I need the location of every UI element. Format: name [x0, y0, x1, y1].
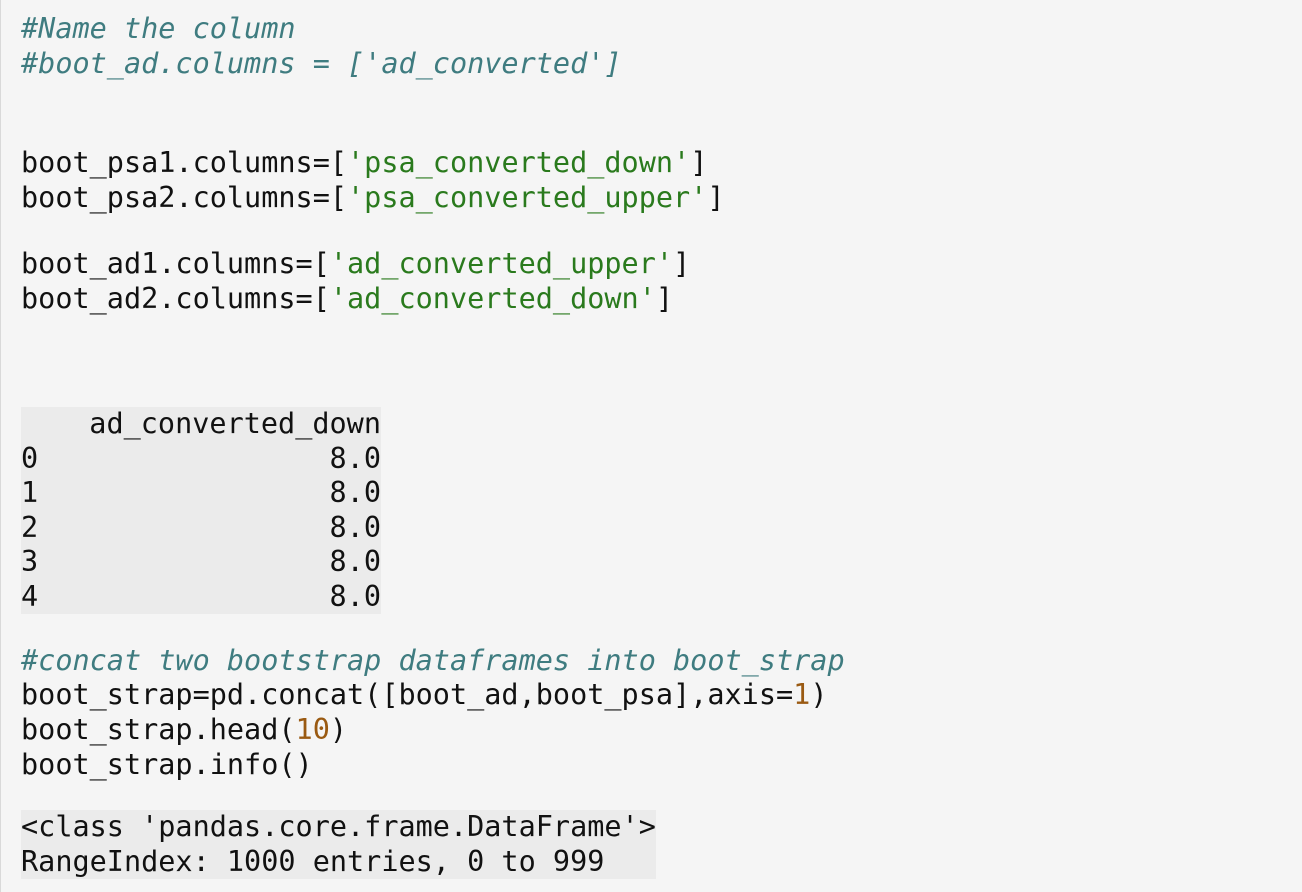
code-text: ] — [655, 282, 674, 315]
code-line: boot_strap.info() — [21, 748, 313, 781]
code-number: 10 — [295, 713, 330, 746]
code-comment: #boot_ad.columns = ['ad_converted'] — [21, 47, 622, 80]
code-number: 1 — [793, 678, 811, 711]
code-comment: #concat two bootstrap dataframes into bo… — [21, 644, 845, 677]
code-string: 'psa_converted_down' — [347, 146, 691, 179]
code-line: boot_strap=pd.concat([boot_ad,boot_psa],… — [21, 678, 827, 713]
code-string: 'psa_converted_upper' — [347, 181, 708, 214]
code-line: boot_ad1.columns=['ad_converted_upper'] — [21, 247, 690, 282]
code-line: boot_ad2.columns=['ad_converted_down'] — [21, 282, 673, 317]
code-line: boot_psa1.columns=['psa_converted_down'] — [21, 146, 707, 181]
row-value: 8.0 — [329, 476, 381, 509]
row-value: 8.0 — [329, 579, 381, 613]
row-value: 8.0 — [329, 510, 381, 544]
table-row: 3 8.0 — [21, 545, 381, 580]
table-header-row: ad_converted_down — [21, 407, 381, 442]
row-value: 8.0 — [329, 441, 381, 475]
index-header — [21, 407, 76, 442]
row-index: 2 — [21, 510, 39, 544]
row-value: 8.0 — [329, 545, 381, 578]
output-line: <class 'pandas.core.frame.DataFrame'> — [21, 810, 656, 843]
info-output: <class 'pandas.core.frame.DataFrame'> Ra… — [21, 810, 656, 879]
row-index: 1 — [21, 476, 39, 509]
column-header: ad_converted_down — [89, 407, 381, 440]
table-row: 1 8.0 — [21, 476, 381, 511]
code-line: boot_strap.head(10) — [21, 713, 347, 748]
code-text: boot_psa1.columns=[ — [21, 146, 348, 179]
code-string: 'ad_converted_upper' — [329, 247, 674, 280]
code-text: boot_ad2.columns=[ — [21, 282, 330, 315]
code-text: ] — [673, 247, 691, 280]
notebook-page: #Name the column #boot_ad.columns = ['ad… — [0, 0, 1302, 892]
row-index: 4 — [21, 579, 39, 613]
code-text: boot_strap.head( — [21, 713, 296, 746]
table-row: 2 8.0 — [21, 511, 381, 546]
code-text: boot_strap=pd.concat([boot_ad,boot_psa],… — [21, 678, 794, 711]
code-text: boot_ad1.columns=[ — [21, 247, 330, 280]
code-text: ) — [329, 713, 348, 746]
code-line: boot_psa2.columns=['psa_converted_upper'… — [21, 181, 725, 216]
code-text: boot_psa2.columns=[ — [21, 181, 348, 214]
table-row: 0 8.0 — [21, 442, 381, 477]
code-text: ] — [690, 146, 708, 179]
code-text: ] — [707, 181, 725, 214]
code-comment: #Name the column — [21, 12, 296, 45]
row-index: 3 — [21, 545, 39, 578]
code-text: ) — [810, 678, 828, 711]
dataframe-output: ad_converted_down 0 8.0 1 8.0 2 8.0 3 8.… — [21, 407, 381, 614]
table-row: 4 8.0 — [21, 580, 381, 615]
output-line: RangeIndex: 1000 entries, 0 to 999 — [21, 844, 605, 878]
row-index: 0 — [21, 441, 39, 475]
code-string: 'ad_converted_down' — [329, 282, 656, 315]
